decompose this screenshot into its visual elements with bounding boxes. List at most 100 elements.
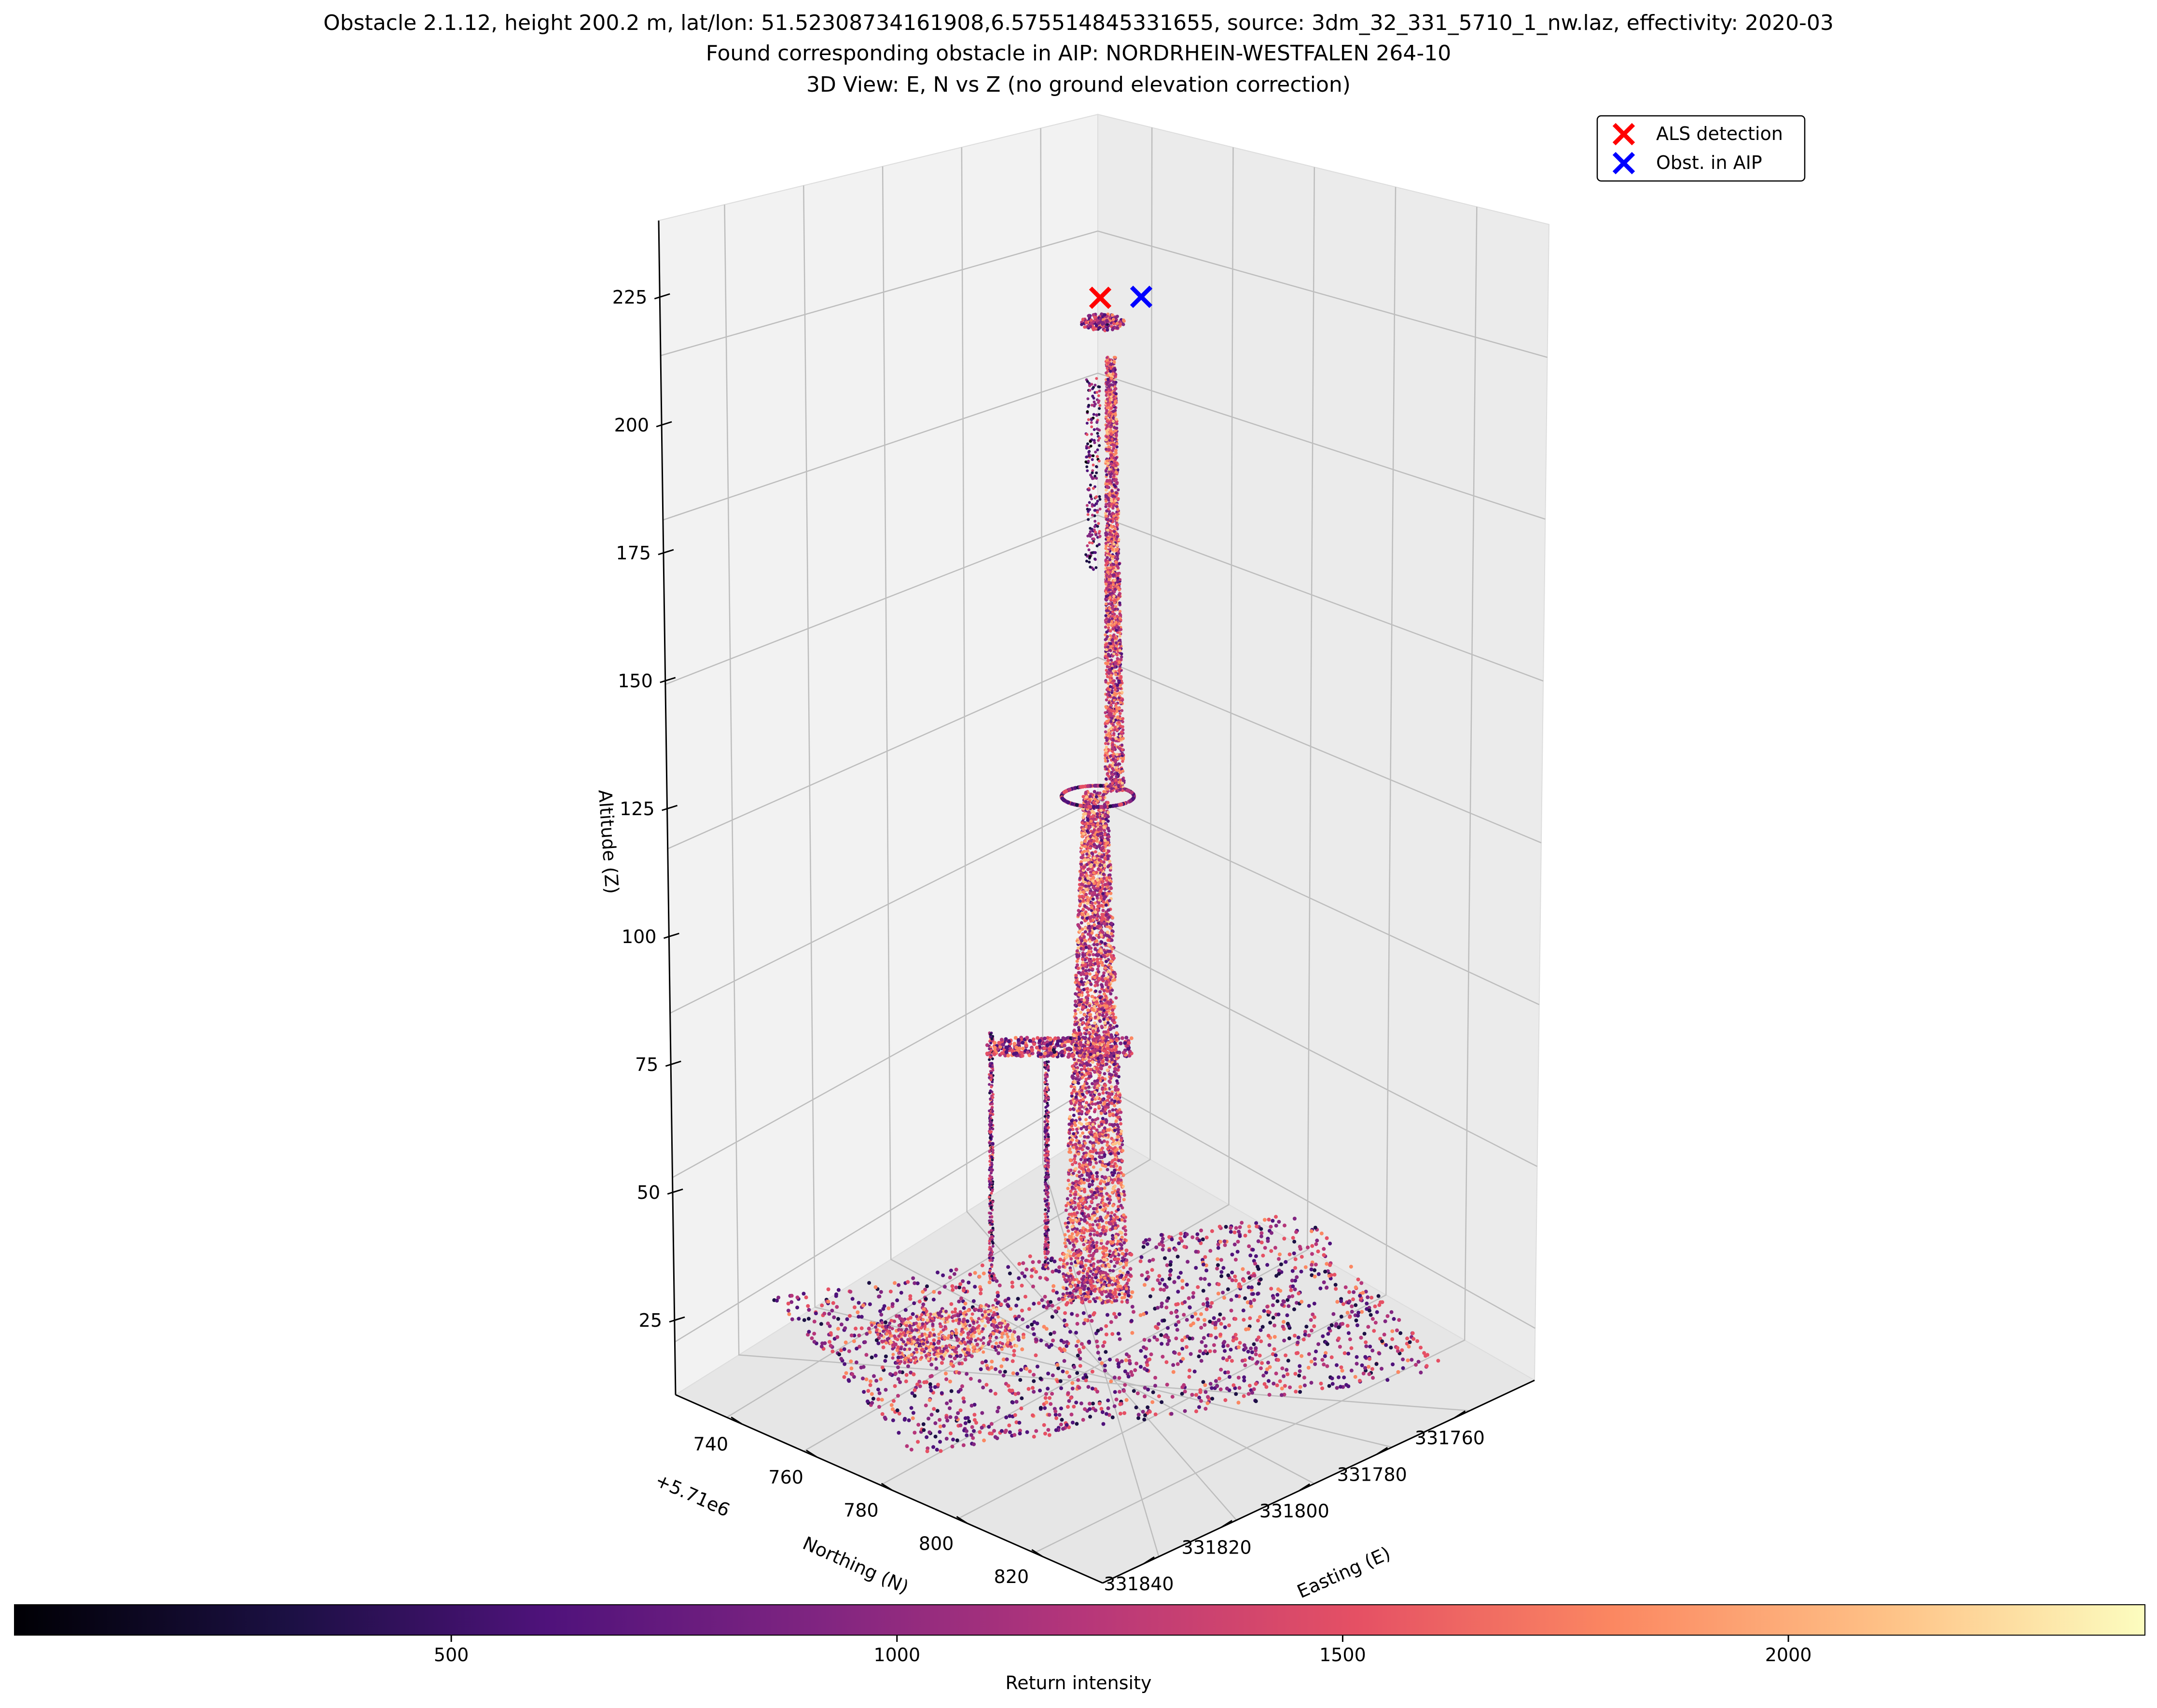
cloud-point — [1355, 1323, 1359, 1327]
cloud-point — [1241, 1308, 1245, 1313]
cloud-point — [1154, 1245, 1159, 1250]
cloud-point — [1045, 1167, 1048, 1170]
cloud-point — [1059, 1386, 1064, 1390]
figure: Obstacle 2.1.12, height 200.2 m, lat/lon… — [14, 11, 2145, 1694]
cloud-point — [988, 1055, 992, 1059]
cloud-point — [996, 1351, 1001, 1355]
cloud-point — [977, 1324, 981, 1328]
cloud-point — [1238, 1225, 1242, 1229]
cloud-point — [1252, 1298, 1256, 1302]
cloud-point — [1347, 1299, 1352, 1304]
cloud-point — [1259, 1227, 1263, 1231]
cloud-point — [1383, 1319, 1387, 1323]
cloud-point — [1270, 1231, 1273, 1235]
cloud-point — [1258, 1328, 1263, 1333]
cloud-point — [926, 1357, 930, 1361]
cloud-point — [1416, 1360, 1421, 1364]
cloud-point — [977, 1317, 981, 1320]
cloud-point — [1299, 1269, 1303, 1274]
cloud-point — [973, 1271, 977, 1275]
cloud-point — [1277, 1272, 1281, 1276]
cloud-point — [1303, 1333, 1307, 1337]
cloud-point — [902, 1417, 907, 1422]
cloud-point — [963, 1358, 968, 1361]
cloud-point — [1175, 1315, 1179, 1319]
cloud-point — [925, 1435, 929, 1439]
cloud-point — [1111, 1108, 1115, 1112]
cloud-point — [1372, 1329, 1376, 1333]
cloud-point — [1242, 1318, 1246, 1322]
cloud-point — [908, 1338, 912, 1342]
cloud-point — [1315, 1238, 1319, 1243]
cloud-point — [854, 1326, 858, 1331]
cloud-point — [1203, 1344, 1208, 1348]
cloud-point — [1043, 1212, 1047, 1216]
cloud-point — [1297, 1291, 1301, 1295]
cloud-point — [1219, 1274, 1224, 1278]
cloud-point — [990, 1192, 993, 1195]
cloud-point — [1197, 1238, 1202, 1243]
cloud-point — [975, 1349, 979, 1353]
cloud-point — [1293, 1372, 1298, 1376]
cloud-point — [989, 1033, 992, 1036]
cloud-point — [987, 1342, 991, 1346]
chart-title: Obstacle 2.1.12, height 200.2 m, lat/lon… — [323, 11, 1834, 97]
cloud-point — [1233, 1258, 1238, 1262]
cloud-point — [1056, 1306, 1061, 1310]
cloud-point — [1154, 1325, 1158, 1329]
cloud-point — [1100, 1198, 1104, 1202]
cloud-point — [943, 1325, 947, 1329]
cloud-point — [1043, 1165, 1047, 1168]
cloud-point — [935, 1447, 939, 1452]
cloud-point — [1093, 1118, 1097, 1122]
cloud-point — [1097, 1092, 1101, 1096]
cloud-point — [903, 1361, 907, 1365]
cloud-point — [928, 1382, 932, 1387]
cloud-point — [980, 1308, 983, 1312]
cloud-point — [988, 1083, 991, 1086]
cloud-point — [1100, 1361, 1104, 1365]
cloud-point — [1024, 1267, 1029, 1272]
cloud-point — [855, 1347, 859, 1351]
cloud-point — [1320, 1358, 1325, 1362]
cloud-point — [1287, 1295, 1291, 1299]
cloud-point — [1067, 1052, 1071, 1056]
cloud-point — [1046, 1086, 1049, 1089]
cloud-point — [991, 1158, 994, 1162]
cloud-point — [1043, 1406, 1047, 1410]
cloud-point — [911, 1312, 915, 1316]
cloud-point — [951, 1288, 955, 1292]
cloud-point — [1099, 1259, 1103, 1263]
cloud-point — [1419, 1346, 1423, 1350]
cloud-point — [911, 1329, 914, 1333]
cloud-point — [965, 1327, 969, 1331]
cloud-point — [1016, 1391, 1021, 1396]
cloud-point — [990, 1049, 993, 1052]
cloud-point — [1161, 1248, 1165, 1251]
cloud-point — [1274, 1371, 1278, 1375]
cloud-point — [1143, 1355, 1148, 1359]
cloud-point — [999, 1038, 1004, 1042]
cloud-point — [1367, 1365, 1371, 1369]
cloud-point — [1044, 1179, 1047, 1181]
cloud-point — [1350, 1304, 1354, 1308]
cloud-point — [1230, 1278, 1234, 1282]
cloud-point — [1093, 1408, 1098, 1413]
cloud-point — [1122, 1051, 1126, 1055]
cloud-point — [1205, 1304, 1210, 1308]
cloud-point — [1244, 1346, 1248, 1350]
cloud-point — [1058, 1379, 1063, 1383]
cloud-point — [1124, 1398, 1129, 1402]
cloud-point — [950, 1284, 954, 1288]
cloud-point — [1081, 1376, 1086, 1380]
cloud-point — [1309, 1318, 1313, 1322]
cloud-point — [1063, 1318, 1066, 1322]
cloud-point — [1025, 1430, 1029, 1434]
cloud-point — [1246, 1392, 1251, 1396]
cloud-point — [1126, 1047, 1131, 1051]
cloud-point — [1093, 1070, 1097, 1074]
cloud-point — [807, 1330, 811, 1334]
cloud-point — [950, 1332, 954, 1335]
cloud-point — [1059, 1422, 1063, 1427]
cloud-point — [1259, 1366, 1263, 1371]
